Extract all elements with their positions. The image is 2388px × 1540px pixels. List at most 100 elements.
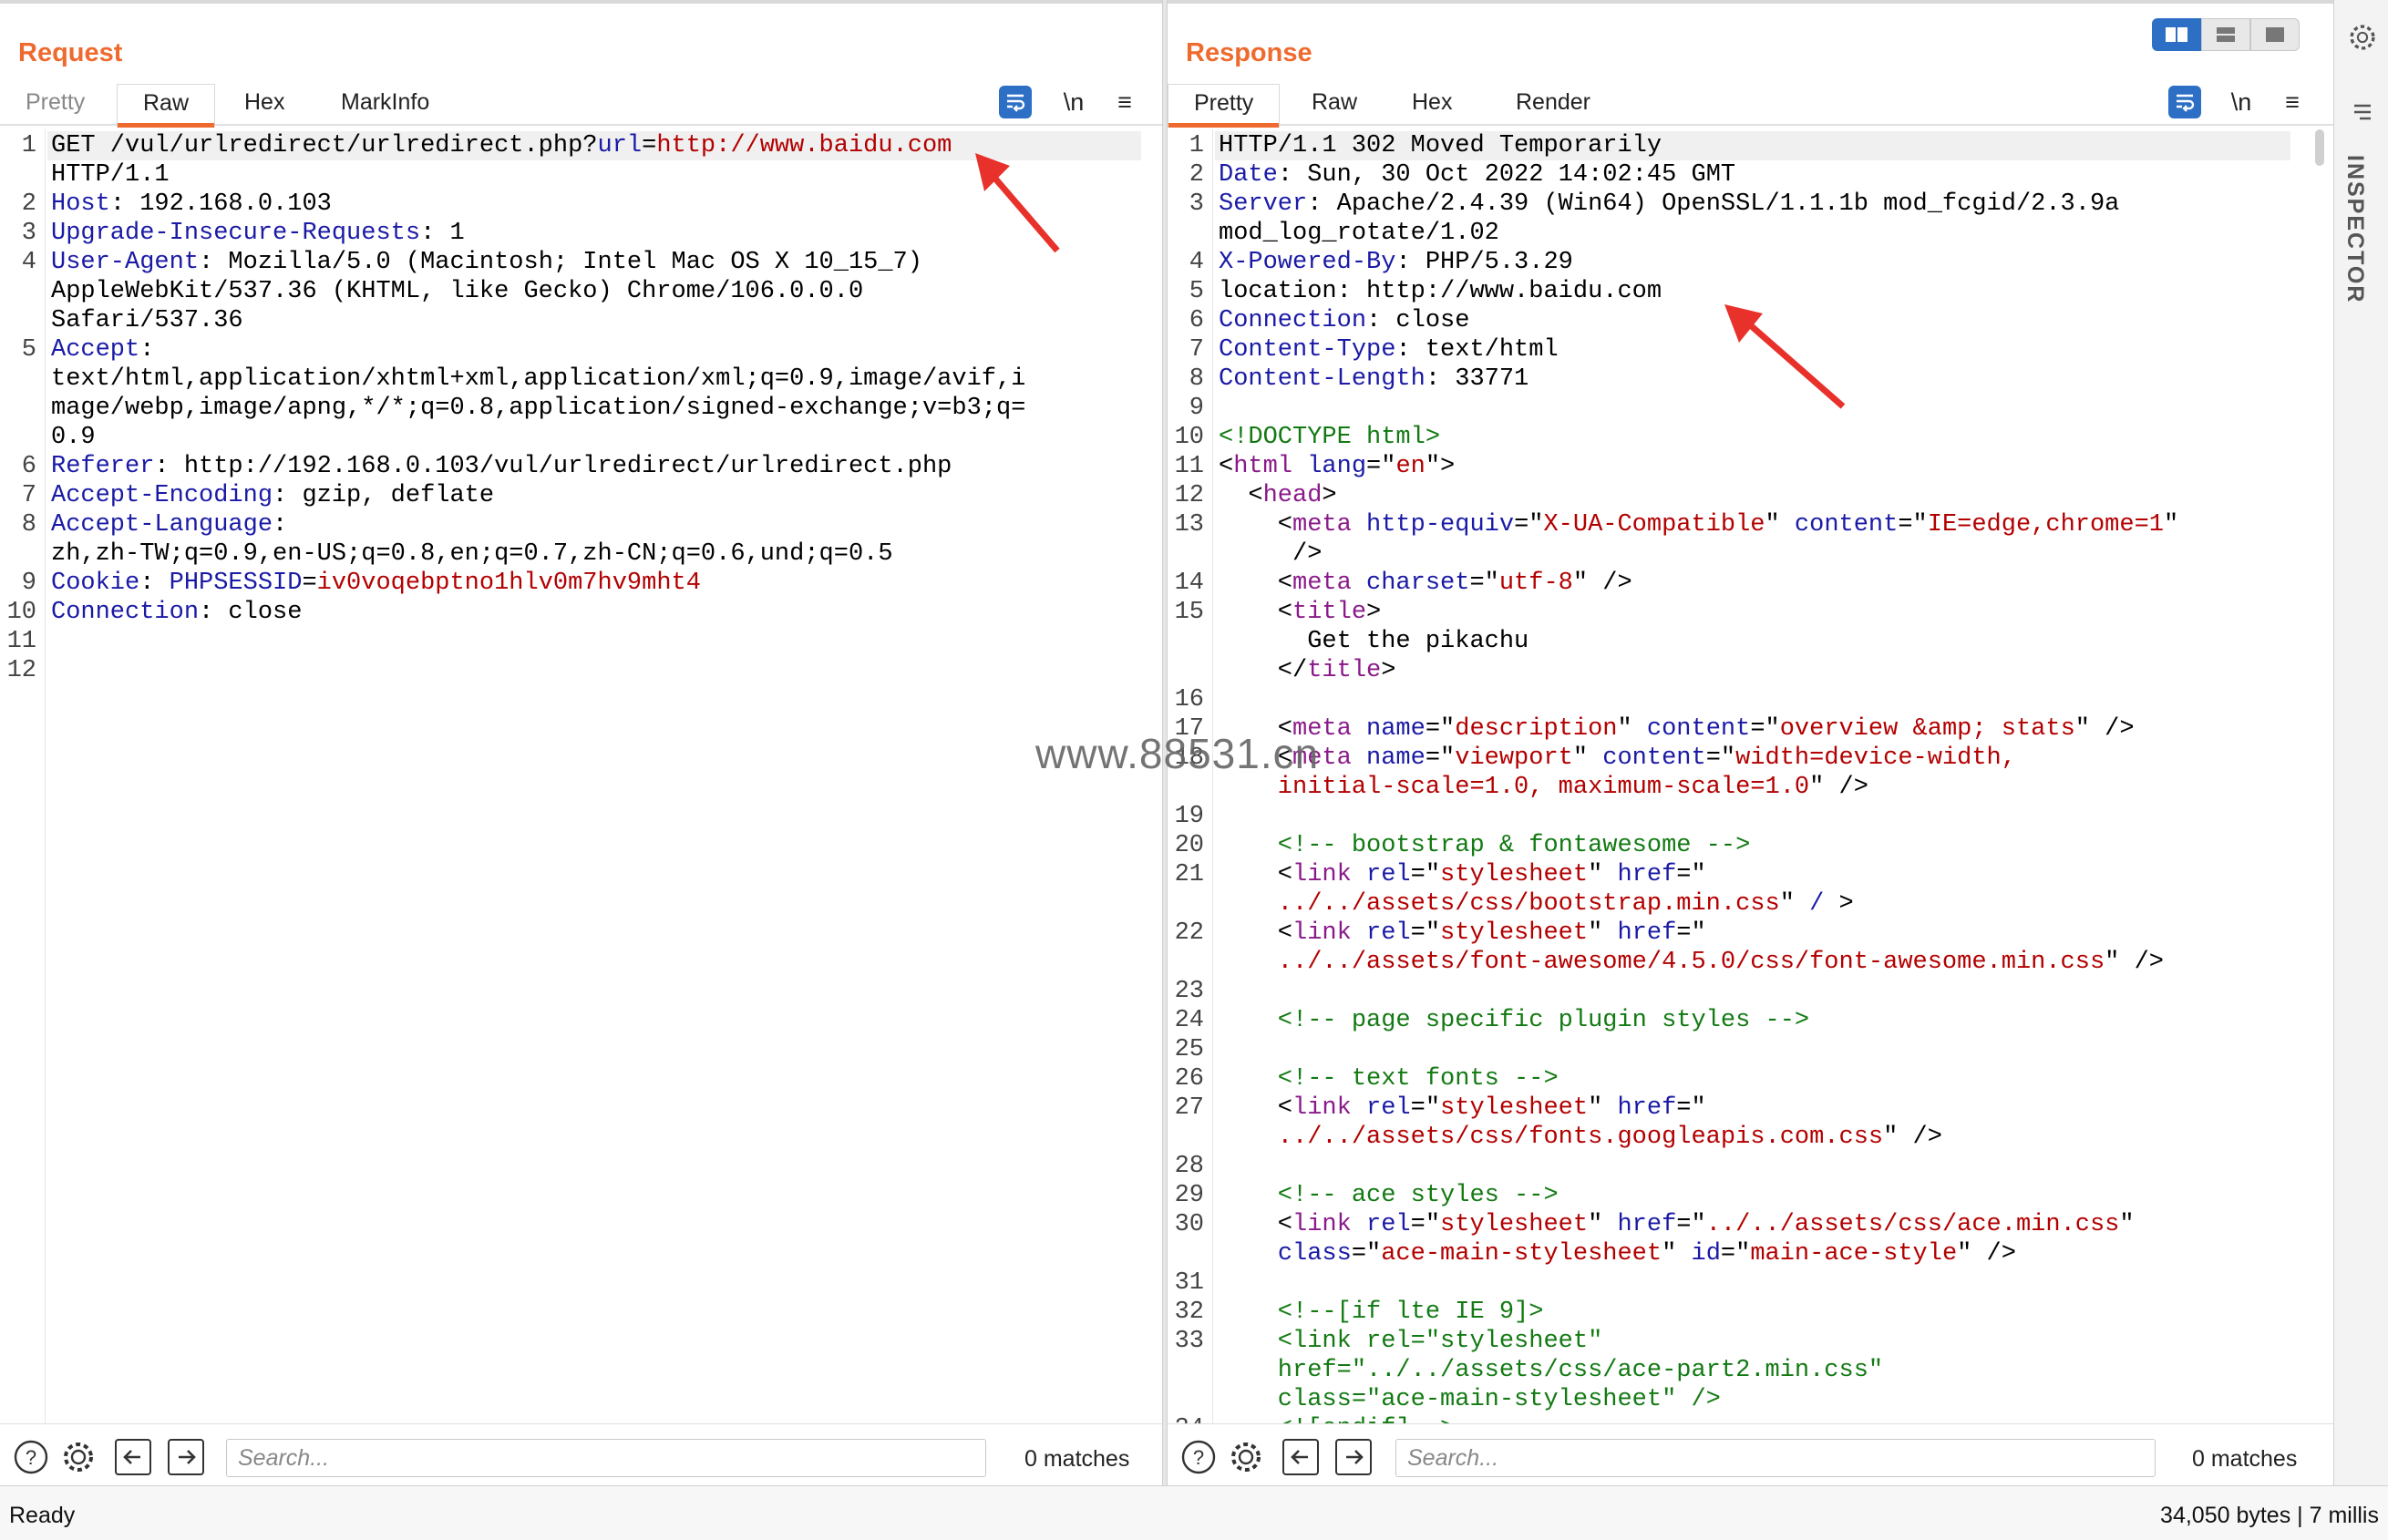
code-line[interactable]: <!-- text fonts -->	[1219, 1064, 1559, 1093]
code-line[interactable]: </title>	[1219, 656, 1396, 685]
code-line[interactable]: Connection: close	[1219, 306, 1469, 335]
code-line[interactable]: <title>	[1219, 598, 1381, 627]
code-line[interactable]: mage/webp,image/apng,*/*;q=0.8,applicati…	[51, 394, 1025, 423]
code-token: Connection	[1219, 307, 1367, 334]
code-line[interactable]: <link rel="stylesheet" href="	[1219, 919, 1706, 948]
next-arrow-icon[interactable]	[1335, 1439, 1372, 1475]
help-icon[interactable]: ?	[1180, 1439, 1217, 1475]
response-word-wrap-icon[interactable]	[2168, 86, 2201, 118]
next-arrow-icon[interactable]	[168, 1439, 204, 1475]
code-line[interactable]: ../../assets/css/fonts.googleapis.com.cs…	[1219, 1123, 1942, 1152]
code-line[interactable]: <meta http-equiv="X-UA-Compatible" conte…	[1219, 510, 2178, 539]
code-line[interactable]: href="../../assets/css/ace-part2.min.css…	[1219, 1356, 1883, 1385]
code-line[interactable]: <meta name="viewport" content="width=dev…	[1219, 744, 2016, 773]
line-number: 34	[1168, 1414, 1204, 1423]
inspector-settings-gear-icon[interactable]	[2347, 22, 2378, 57]
response-scrollbar[interactable]	[2315, 129, 2324, 166]
code-line[interactable]: Get the pikachu	[1219, 627, 1529, 656]
code-line[interactable]: <link rel="stylesheet" href="	[1219, 1093, 1706, 1123]
line-number: 4	[21, 249, 36, 276]
code-line[interactable]: <head>	[1219, 481, 1336, 510]
code-line[interactable]: Upgrade-Insecure-Requests: 1	[51, 219, 465, 248]
request-tab-markinfo[interactable]: MarkInfo	[315, 84, 455, 126]
code-token: utf-8	[1498, 570, 1573, 597]
request-search-bar: ? Search... 0 matches	[0, 1423, 1162, 1489]
response-tab-raw[interactable]: Raw	[1286, 84, 1383, 126]
code-token: <	[1219, 482, 1263, 509]
code-token: rel	[1366, 919, 1411, 947]
code-line[interactable]: <!DOCTYPE html>	[1219, 423, 1440, 452]
code-line[interactable]: mod_log_rotate/1.02	[1219, 219, 1499, 248]
code-token: <link rel="stylesheet"	[1219, 1328, 1603, 1355]
code-line[interactable]: 0.9	[51, 423, 96, 452]
request-tab-raw[interactable]: Raw	[117, 84, 216, 128]
code-token: Connection	[51, 599, 200, 626]
help-icon[interactable]: ?	[13, 1439, 49, 1475]
response-search-input[interactable]: Search...	[1395, 1439, 2156, 1477]
code-line[interactable]: Date: Sun, 30 Oct 2022 14:02:45 GMT	[1219, 160, 1735, 190]
layout-side-by-side-icon[interactable]	[2152, 18, 2201, 51]
line-number: 28	[1174, 1153, 1204, 1180]
settings-gear-icon[interactable]	[60, 1439, 97, 1475]
response-tab-pretty[interactable]: Pretty	[1168, 84, 1281, 128]
code-line[interactable]: Safari/537.36	[51, 306, 243, 335]
code-line[interactable]: X-Powered-By: PHP/5.3.29	[1219, 248, 1573, 277]
response-tab-hex[interactable]: Hex	[1386, 84, 1477, 126]
code-line[interactable]: Accept-Language:	[51, 510, 287, 539]
code-line[interactable]: Accept-Encoding: gzip, deflate	[51, 481, 494, 510]
code-line[interactable]: <!-- bootstrap & fontawesome -->	[1219, 831, 1751, 860]
request-word-wrap-icon[interactable]	[999, 86, 1032, 118]
request-menu-icon[interactable]: ≡	[1107, 84, 1143, 120]
code-line[interactable]: Referer: http://192.168.0.103/vul/urlred…	[51, 452, 952, 481]
code-line[interactable]: <link rel="stylesheet" href="../../asset…	[1219, 1210, 2135, 1239]
code-line[interactable]: HTTP/1.1 302 Moved Temporarily	[1219, 131, 1662, 160]
code-line[interactable]: Accept:	[51, 335, 154, 364]
code-line[interactable]: AppleWebKit/537.36 (KHTML, like Gecko) C…	[51, 277, 863, 306]
inspector-label[interactable]: INSPECTOR	[2342, 155, 2368, 303]
code-line[interactable]: ../../assets/css/bootstrap.min.css" / >	[1219, 889, 1854, 919]
code-line[interactable]: <link rel="stylesheet"	[1219, 1327, 1602, 1356]
response-menu-icon[interactable]: ≡	[2274, 84, 2311, 120]
code-line[interactable]: Connection: close	[51, 598, 302, 627]
request-editor[interactable]: 1 GET /vul/urlredirect/urlredirect.php?ur…	[0, 129, 1162, 1423]
code-line[interactable]: Cookie: PHPSESSID=iv0voqebptno1hlv0m7hv9…	[51, 569, 701, 598]
code-token: PHPSESSID	[169, 570, 303, 597]
layout-single-icon[interactable]	[2250, 18, 2300, 51]
request-search-input[interactable]: Search...	[226, 1439, 986, 1477]
code-line[interactable]: ../../assets/font-awesome/4.5.0/css/font…	[1219, 948, 2164, 977]
code-line[interactable]: Server: Apache/2.4.39 (Win64) OpenSSL/1.…	[1219, 190, 2119, 219]
inspector-lines-icon[interactable]	[2351, 100, 2374, 128]
code-line[interactable]: Content-Length: 33771	[1219, 364, 1529, 394]
response-tab-render[interactable]: Render	[1490, 84, 1616, 126]
line-number: 27	[1174, 1094, 1204, 1122]
line-number: 6	[1189, 307, 1204, 334]
code-line[interactable]: class="ace-main-stylesheet" id="main-ace…	[1219, 1239, 2016, 1268]
response-newline-toggle[interactable]: \n	[2223, 84, 2259, 120]
code-line[interactable]: <html lang="en">	[1219, 452, 1455, 481]
code-line[interactable]: class="ace-main-stylesheet" />	[1219, 1385, 1721, 1414]
code-line[interactable]: <link rel="stylesheet" href="	[1219, 860, 1706, 889]
code-line[interactable]: HTTP/1.1	[51, 160, 170, 190]
code-line[interactable]: <!-- page specific plugin styles -->	[1219, 1006, 1809, 1035]
request-tab-hex[interactable]: Hex	[219, 84, 310, 126]
code-line[interactable]: Content-Type: text/html	[1219, 335, 1559, 364]
code-line[interactable]: <!-- ace styles -->	[1219, 1181, 1559, 1210]
code-line[interactable]: <![endif]-->	[1219, 1414, 1455, 1423]
request-newline-toggle[interactable]: \n	[1055, 84, 1092, 120]
code-line[interactable]: Host: 192.168.0.103	[51, 190, 332, 219]
settings-gear-icon[interactable]	[1228, 1439, 1264, 1475]
code-line[interactable]: location: http://www.baidu.com	[1219, 277, 1662, 306]
code-line[interactable]: <meta charset="utf-8" />	[1219, 569, 1632, 598]
code-line[interactable]: <meta name="description" content="overvi…	[1219, 714, 2135, 744]
code-line[interactable]: <!--[if lte IE 9]>	[1219, 1298, 1544, 1327]
request-tab-pretty[interactable]: Pretty	[0, 84, 110, 126]
previous-arrow-icon[interactable]	[1282, 1439, 1319, 1475]
code-line[interactable]: zh,zh-TW;q=0.9,en-US;q=0.8,en;q=0.7,zh-C…	[51, 539, 893, 569]
layout-stacked-icon[interactable]	[2201, 18, 2250, 51]
code-line[interactable]: />	[1219, 539, 1322, 569]
inspector-sidebar[interactable]: INSPECTOR	[2333, 0, 2388, 1485]
code-line[interactable]: text/html,application/xhtml+xml,applicat…	[51, 364, 1025, 394]
code-line[interactable]: User-Agent: Mozilla/5.0 (Macintosh; Inte…	[51, 248, 922, 277]
previous-arrow-icon[interactable]	[115, 1439, 151, 1475]
code-line[interactable]: GET /vul/urlredirect/urlredirect.php?url…	[51, 131, 952, 160]
